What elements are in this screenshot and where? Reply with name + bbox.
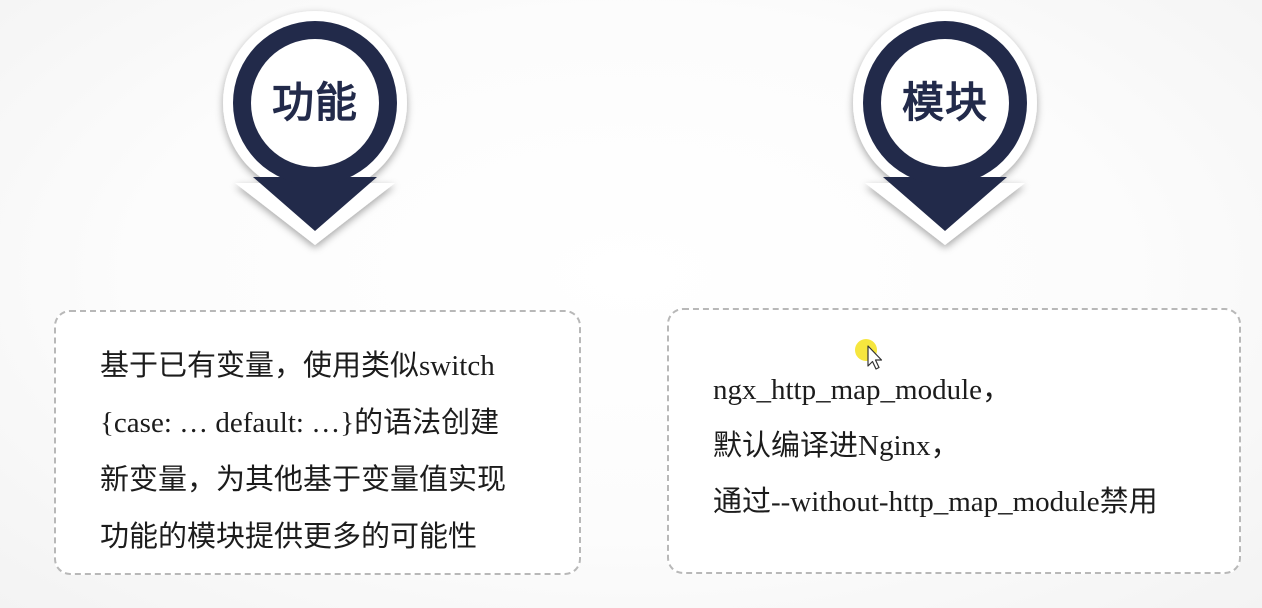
function-line-1: 基于已有变量，使用类似switch [100, 350, 495, 382]
function-line-3: 新变量，为其他基于变量值实现 [100, 464, 507, 496]
module-line-1: ngx_http_map_module， [713, 374, 1012, 406]
map-pin-down-arrow-icon [853, 11, 1037, 245]
module-line-2: 默认编译进Nginx， [713, 430, 960, 462]
module-badge: 模块 [835, 5, 1055, 255]
function-line-4: 功能的模块提供更多的可能性 [100, 521, 478, 553]
function-description-text: 基于已有变量，使用类似switch {case: … default: …}的语… [100, 338, 559, 566]
map-pin-down-arrow-icon [223, 11, 407, 245]
module-line-3: 通过--without-http_map_module禁用 [713, 486, 1158, 518]
function-badge: 功能 [205, 5, 425, 255]
function-badge-label: 功能 [271, 78, 358, 127]
module-description-card: ngx_http_map_module， 默认编译进Nginx， 通过--wit… [667, 308, 1241, 574]
mouse-cursor-icon [852, 336, 886, 376]
function-line-2: {case: … default: …}的语法创建 [100, 407, 500, 439]
module-badge-label: 模块 [901, 78, 988, 127]
module-description-text: ngx_http_map_module， 默认编译进Nginx， 通过--wit… [713, 362, 1229, 530]
function-description-card: 基于已有变量，使用类似switch {case: … default: …}的语… [54, 310, 581, 575]
